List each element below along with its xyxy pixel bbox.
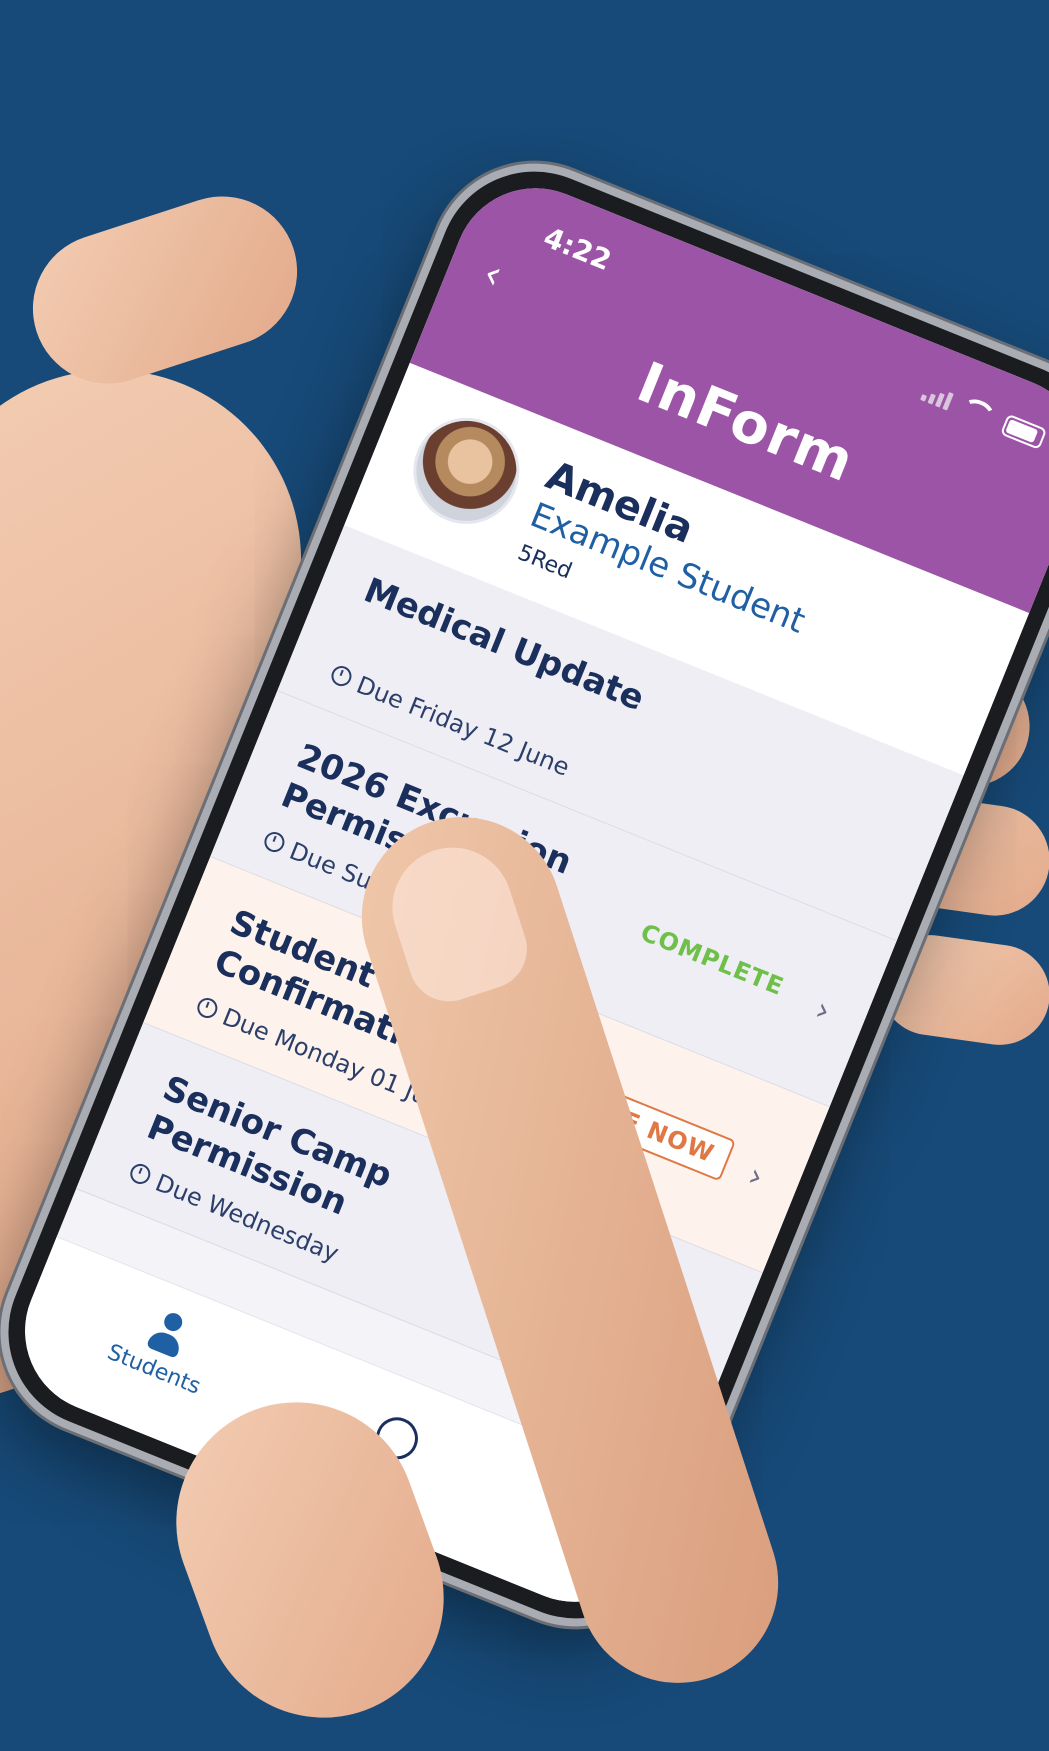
left-thumb [13, 176, 317, 404]
chevron-right-icon[interactable]: › [743, 1156, 769, 1196]
signal-icon [920, 383, 954, 411]
clock-icon [194, 994, 221, 1022]
status-time: 4:22 [539, 220, 616, 278]
clock-icon [328, 663, 355, 690]
person-icon [143, 1307, 193, 1361]
status-icons [919, 379, 1048, 451]
avatar [397, 401, 536, 540]
battery-icon [1000, 413, 1048, 450]
clock-icon [261, 829, 288, 856]
clock-icon [127, 1160, 154, 1187]
chevron-right-icon[interactable]: › [810, 990, 836, 1030]
fingernail [376, 831, 538, 1012]
wifi-icon [956, 394, 998, 432]
tab-students[interactable]: Students [94, 1291, 233, 1404]
